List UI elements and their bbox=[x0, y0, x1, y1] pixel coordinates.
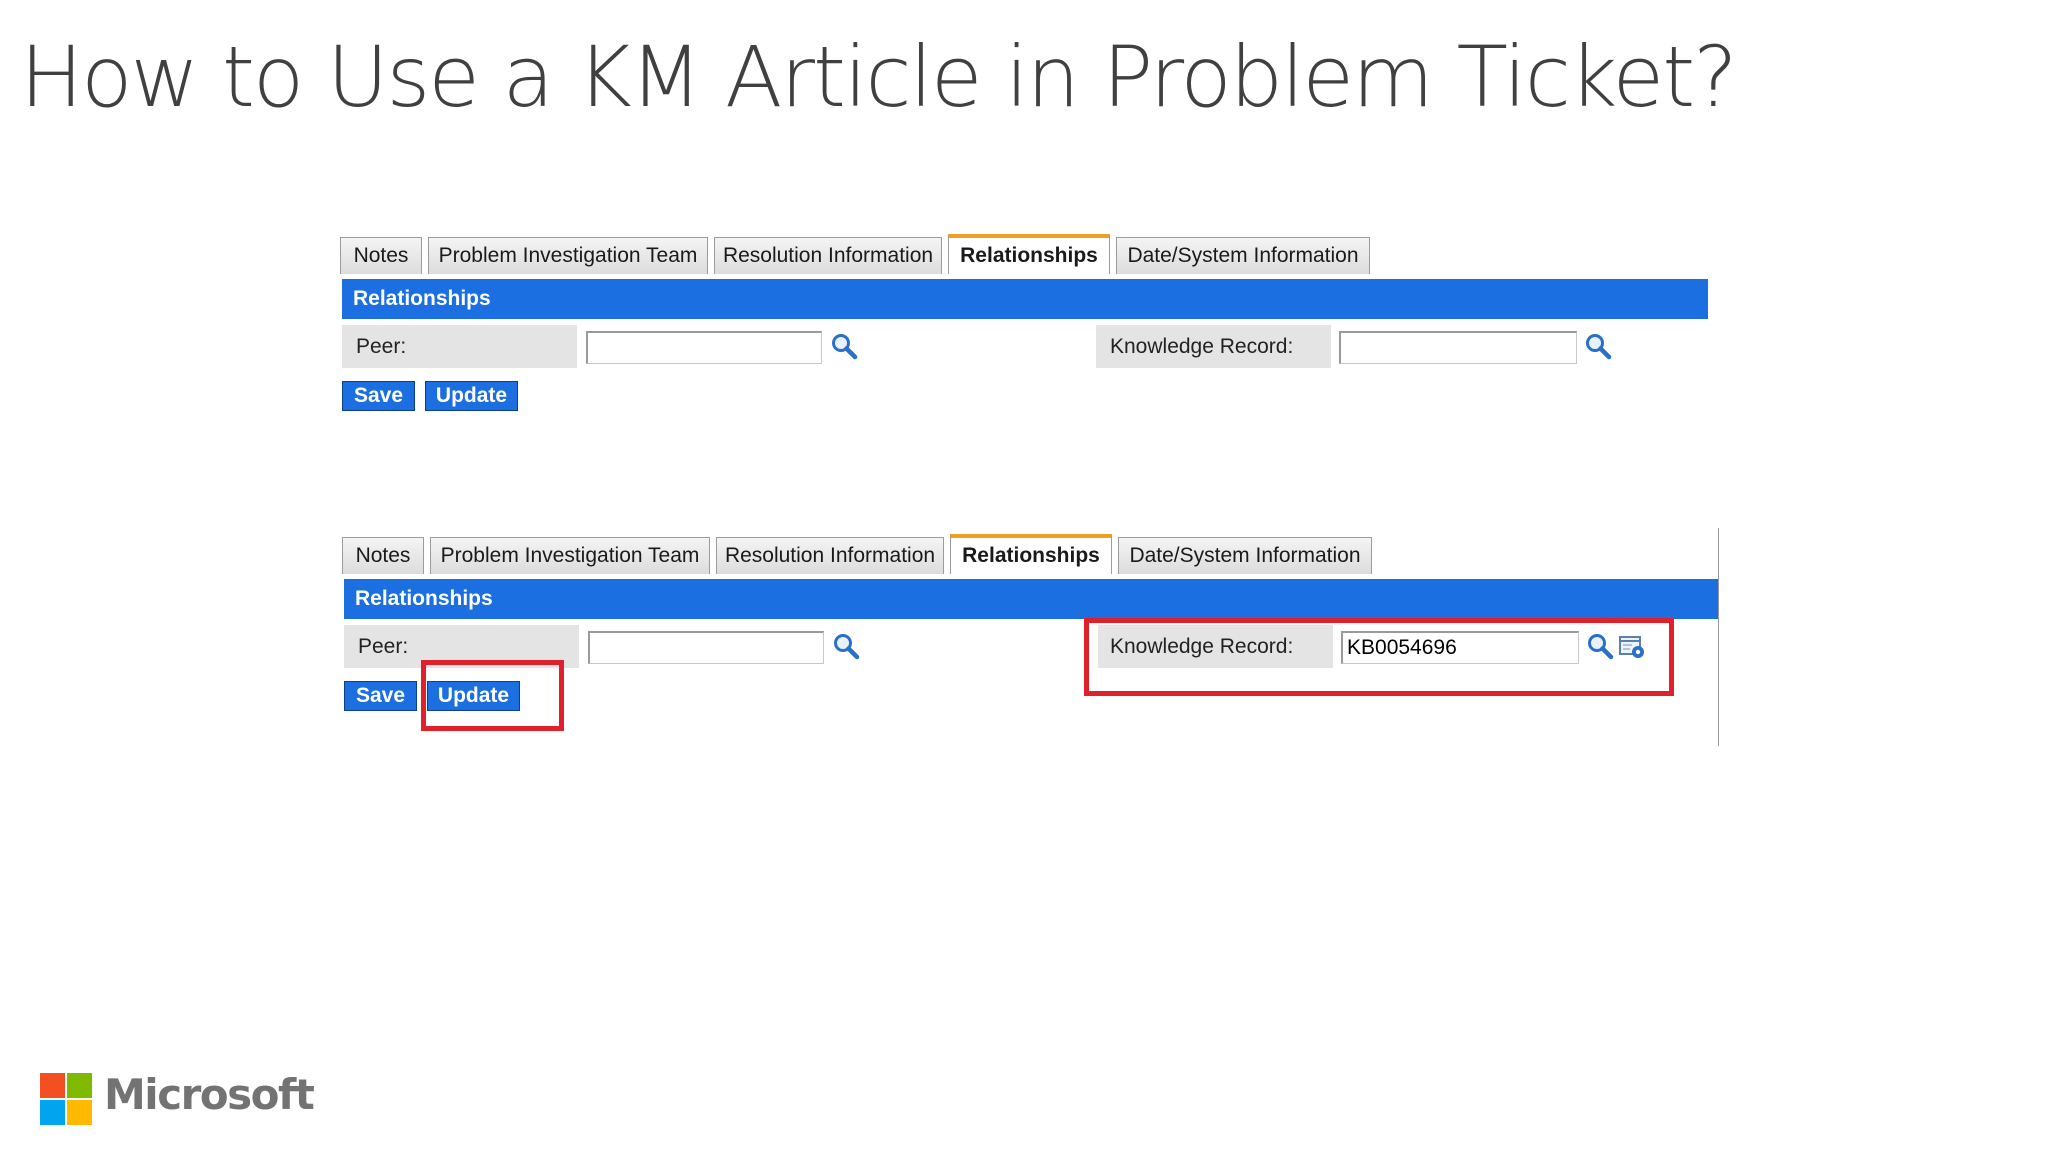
panel-border bbox=[1718, 528, 1719, 746]
tab-notes[interactable]: Notes bbox=[342, 537, 424, 574]
tab-bar: Notes Problem Investigation Team Resolut… bbox=[342, 534, 1442, 574]
knowledge-record-field[interactable] bbox=[1339, 331, 1577, 364]
tab-resolution-information[interactable]: Resolution Information bbox=[714, 237, 942, 274]
slide-title: How to Use a KM Article in Problem Ticke… bbox=[20, 28, 1738, 126]
save-button[interactable]: Save bbox=[342, 381, 415, 411]
update-button-highlight bbox=[421, 660, 564, 731]
peer-field[interactable] bbox=[586, 331, 822, 364]
update-button[interactable]: Update bbox=[425, 381, 518, 411]
relationships-form-after: Notes Problem Investigation Team Resolut… bbox=[342, 528, 1719, 746]
peer-field[interactable] bbox=[588, 631, 824, 664]
section-header: Relationships bbox=[344, 579, 1718, 619]
tab-notes[interactable]: Notes bbox=[340, 237, 422, 274]
tab-bar: Notes Problem Investigation Team Resolut… bbox=[340, 234, 1440, 274]
knowledge-record-highlight bbox=[1084, 618, 1674, 696]
tab-relationships[interactable]: Relationships bbox=[950, 534, 1112, 574]
microsoft-logo-icon bbox=[40, 1073, 92, 1125]
microsoft-wordmark: Microsoft bbox=[104, 1070, 315, 1119]
save-button[interactable]: Save bbox=[344, 681, 417, 711]
tab-problem-investigation-team[interactable]: Problem Investigation Team bbox=[430, 537, 710, 574]
search-icon[interactable] bbox=[832, 632, 860, 660]
tab-date-system-information[interactable]: Date/System Information bbox=[1116, 237, 1370, 274]
peer-label: Peer: bbox=[342, 325, 577, 368]
tab-date-system-information[interactable]: Date/System Information bbox=[1118, 537, 1372, 574]
relationships-form-before: Notes Problem Investigation Team Resolut… bbox=[340, 234, 1710, 424]
search-icon[interactable] bbox=[830, 332, 858, 360]
tab-problem-investigation-team[interactable]: Problem Investigation Team bbox=[428, 237, 708, 274]
tab-relationships[interactable]: Relationships bbox=[948, 234, 1110, 274]
knowledge-record-label: Knowledge Record: bbox=[1096, 325, 1331, 368]
section-header: Relationships bbox=[342, 279, 1708, 319]
search-icon[interactable] bbox=[1584, 332, 1612, 360]
tab-resolution-information[interactable]: Resolution Information bbox=[716, 537, 944, 574]
